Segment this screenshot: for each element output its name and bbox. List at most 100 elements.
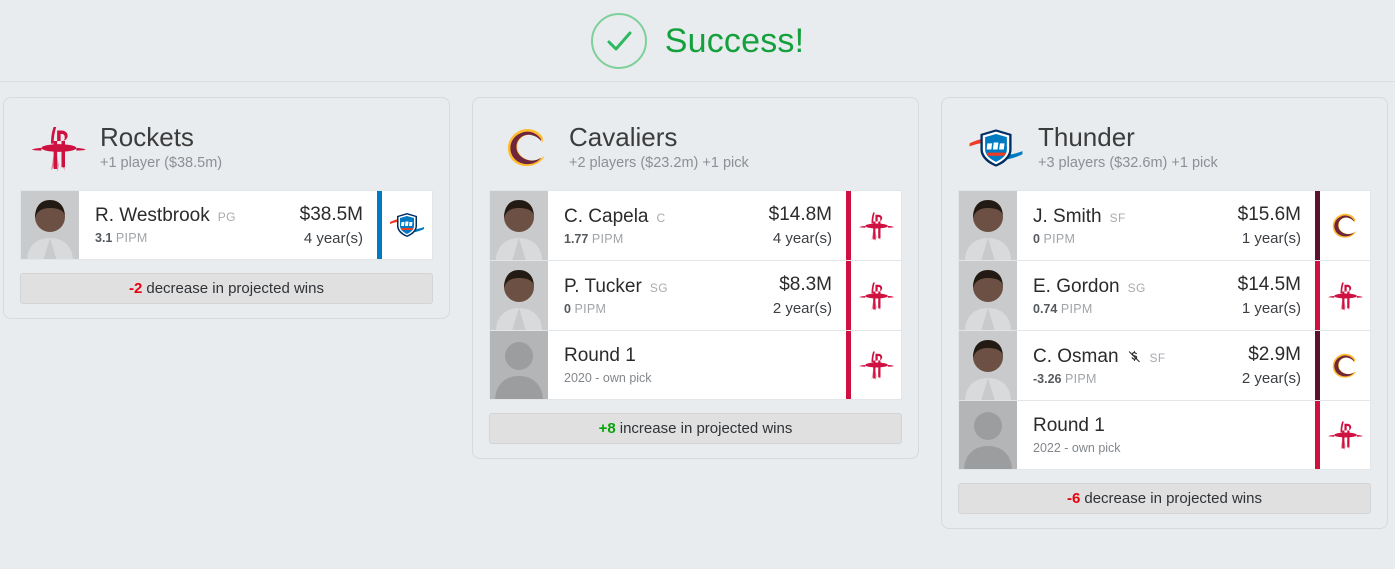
pick-detail: 2020 - own pick (564, 371, 652, 385)
asset-info: Round 1 2020 - own pick (548, 331, 832, 399)
player-row[interactable]: J. Smith SF 0 PIPM $15.6M 1 year(s) (958, 190, 1371, 260)
asset-contract: $8.3M 2 year(s) (773, 261, 846, 330)
asset-name-line: R. Westbrook PG (95, 205, 300, 227)
player-row[interactable]: C. Osman SF -3.26 PIPM $2.9M 2 year(s) (958, 330, 1371, 400)
player-position: SF (1109, 210, 1126, 225)
draft-pick-row[interactable]: Round 1 2020 - own pick (489, 330, 902, 400)
money-off-icon (1127, 349, 1142, 366)
team-card-header: Cavaliers +2 players ($23.2m) +1 pick (489, 114, 902, 190)
cavaliers-logo (499, 120, 555, 176)
asset-name-line: J. Smith SF (1033, 206, 1238, 228)
projected-wins-bar: +8 increase in projected wins (489, 413, 902, 444)
projected-wins-bar: -2 decrease in projected wins (20, 273, 433, 304)
asset-name-line: E. Gordon SG (1033, 276, 1238, 298)
contract-years: 4 year(s) (772, 230, 832, 247)
trade-summary-cards: Rockets +1 player ($38.5m) R. Westbrook PG 3… (0, 82, 1395, 529)
player-name: C. Osman (1033, 345, 1119, 367)
player-pipm: -3.26 PIPM (1033, 372, 1242, 386)
asset-name-line: C. Osman SF (1033, 346, 1242, 368)
pipm-value: -3.26 (1033, 371, 1062, 386)
rockets-logo (851, 261, 901, 330)
player-row[interactable]: C. Capela C 1.77 PIPM $14.8M 4 year(s) (489, 190, 902, 260)
rockets-logo (851, 331, 901, 399)
player-salary: $8.3M (779, 274, 832, 295)
asset-info: E. Gordon SG 0.74 PIPM (1017, 261, 1238, 330)
player-name: R. Westbrook (95, 205, 210, 226)
pipm-label: PIPM (1064, 371, 1097, 386)
projected-wins-text: increase in projected wins (619, 420, 793, 437)
pipm-label: PIPM (591, 231, 624, 246)
asset-contract (1301, 401, 1315, 469)
team-card-header: Rockets +1 player ($38.5m) (20, 114, 433, 190)
contract-years: 1 year(s) (1241, 300, 1301, 317)
team-card-cavaliers: Cavaliers +2 players ($23.2m) +1 pick C. C… (472, 97, 919, 459)
team-trade-summary: +1 player ($38.5m) (100, 155, 223, 172)
player-row[interactable]: R. Westbrook PG 3.1 PIPM $38.5M 4 year(s) (20, 190, 433, 260)
asset-contract (832, 331, 846, 399)
rockets-logo (851, 191, 901, 260)
projected-wins-delta: -2 (129, 280, 143, 297)
asset-contract: $14.8M 4 year(s) (769, 191, 846, 260)
pick-detail: 2022 - own pick (1033, 441, 1121, 455)
player-salary: $14.8M (768, 204, 832, 225)
player-position: SF (1149, 350, 1166, 365)
contract-years: 2 year(s) (1241, 370, 1301, 387)
player-headshot (959, 331, 1017, 400)
player-name: P. Tucker (564, 275, 642, 297)
check-circle-icon (590, 12, 647, 69)
player-pipm: 3.1 PIPM (95, 231, 300, 245)
player-pipm: 0.74 PIPM (1033, 302, 1238, 316)
success-message: Success! (664, 21, 805, 60)
asset-contract: $2.9M 2 year(s) (1242, 331, 1315, 400)
incoming-asset-list: C. Capela C 1.77 PIPM $14.8M 4 year(s) P. Tuc… (489, 190, 902, 400)
rockets-logo (1320, 261, 1370, 330)
team-trade-summary: +3 players ($32.6m) +1 pick (1038, 155, 1218, 172)
player-pipm: 0 PIPM (1033, 232, 1238, 246)
pick-placeholder-avatar (959, 401, 1017, 469)
pipm-label: PIPM (1060, 301, 1093, 316)
pipm-label: PIPM (115, 231, 148, 245)
team-title-wrap: Thunder +3 players ($32.6m) +1 pick (1038, 122, 1218, 172)
player-headshot (490, 191, 548, 260)
rockets-logo (1320, 401, 1370, 469)
asset-name-line: Round 1 (1033, 415, 1301, 437)
player-position: SG (1127, 280, 1146, 295)
incoming-asset-list: R. Westbrook PG 3.1 PIPM $38.5M 4 year(s) (20, 190, 433, 260)
pipm-value: 1.77 (564, 231, 589, 246)
asset-info: C. Capela C 1.77 PIPM (548, 191, 769, 260)
player-name: E. Gordon (1033, 275, 1120, 297)
team-title-wrap: Cavaliers +2 players ($23.2m) +1 pick (569, 122, 749, 172)
player-salary: $15.6M (1237, 204, 1301, 225)
pick-round-label: Round 1 (564, 345, 636, 366)
draft-pick-row[interactable]: Round 1 2022 - own pick (958, 400, 1371, 470)
asset-name-line: Round 1 (564, 345, 832, 367)
asset-contract: $15.6M 1 year(s) (1238, 191, 1315, 260)
cavaliers-logo (1320, 331, 1370, 400)
incoming-asset-list: J. Smith SF 0 PIPM $15.6M 1 year(s) E. Gordon… (958, 190, 1371, 470)
pipm-value: 0.74 (1033, 301, 1058, 316)
asset-contract: $14.5M 1 year(s) (1238, 261, 1315, 330)
player-headshot (959, 261, 1017, 330)
player-pipm: 1.77 PIPM (564, 232, 769, 246)
thunder-logo (968, 120, 1024, 176)
player-salary: $2.9M (1248, 344, 1301, 365)
asset-name-line: P. Tucker SG (564, 276, 773, 298)
player-headshot (490, 261, 548, 330)
pipm-label: PIPM (574, 301, 607, 316)
player-row[interactable]: P. Tucker SG 0 PIPM $8.3M 2 year(s) (489, 260, 902, 330)
team-name: Rockets (100, 122, 194, 153)
asset-info: J. Smith SF 0 PIPM (1017, 191, 1238, 260)
pipm-value: 3.1 (95, 231, 113, 245)
team-name: Thunder (1038, 122, 1135, 153)
player-position: C (656, 210, 666, 225)
projected-wins-delta: +8 (598, 420, 616, 437)
asset-name-line: C. Capela C (564, 206, 769, 228)
player-name: C. Capela (564, 205, 649, 227)
pipm-value: 0 (1033, 231, 1040, 246)
projected-wins-delta: -6 (1067, 490, 1081, 507)
player-row[interactable]: E. Gordon SG 0.74 PIPM $14.5M 1 year(s) (958, 260, 1371, 330)
projected-wins-text: decrease in projected wins (1084, 490, 1262, 507)
team-card-header: Thunder +3 players ($32.6m) +1 pick (958, 114, 1371, 190)
player-position: SG (649, 280, 668, 295)
team-name: Cavaliers (569, 122, 678, 153)
